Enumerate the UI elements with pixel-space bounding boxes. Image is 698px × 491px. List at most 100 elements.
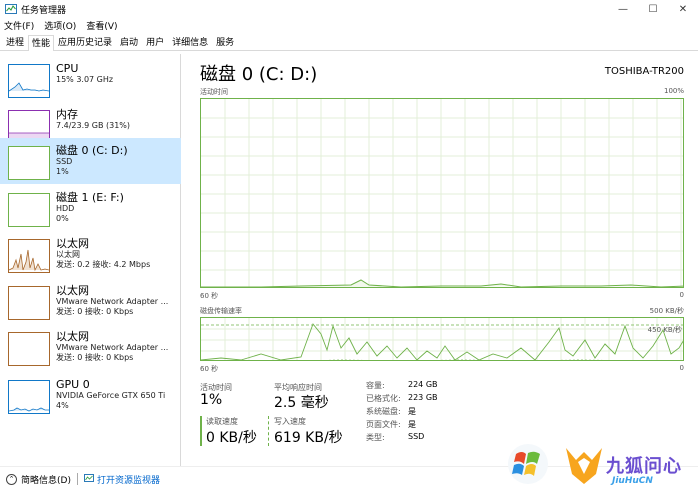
vmware2-thumbnail [8, 332, 50, 366]
page-file-label: 页面文件: [366, 420, 401, 429]
resource-monitor-icon [83, 474, 94, 482]
sidebar-item-detail: HDD [56, 204, 75, 213]
read-speed-label: 读取速度 [206, 417, 238, 426]
avg-response-value: 2.5 毫秒 [274, 395, 329, 411]
system-disk-label: 系统磁盘: [366, 407, 401, 416]
minimize-button[interactable]: — [608, 0, 638, 18]
sidebar-item-value: 发送: 0.2 接收: 4.2 Mbps [56, 260, 151, 269]
sidebar-item-value: 发送: 0 接收: 0 Kbps [56, 353, 134, 362]
transfer-rate-end-label: 0 [679, 364, 684, 372]
active-time-time-label: 60 秒 [200, 292, 219, 300]
watermark-subtext: JiuHuCN [612, 476, 653, 486]
disk-detail-panel: 磁盘 0 (C: D:) TOSHIBA-TR200 活动时间 100% 60 … [188, 54, 694, 466]
system-disk-value: 是 [408, 407, 416, 416]
sidebar-item-detail: NVIDIA GeForce GTX 650 Ti [56, 391, 166, 400]
tab-app-history[interactable]: 应用历史记录 [54, 34, 116, 50]
transfer-rate-graph [201, 318, 683, 360]
write-speed-label: 写入速度 [274, 417, 306, 426]
tab-performance[interactable]: 性能 [28, 35, 55, 51]
sidebar-item-label: 以太网 [56, 284, 89, 297]
type-value: SSD [408, 432, 425, 441]
disk-model-name: TOSHIBA-TR200 [604, 66, 684, 77]
sidebar-item-vmware-2[interactable]: 以太网 VMware Network Adapter ... 发送: 0 接收:… [0, 324, 181, 370]
sidebar-item-value: 4% [56, 401, 69, 410]
sidebar-item-label: CPU [56, 62, 79, 75]
page-file-value: 是 [408, 420, 416, 429]
write-speed-value: 619 KB/秒 [274, 430, 343, 446]
maximize-button[interactable]: ☐ [638, 0, 668, 18]
active-time-chart-label: 活动时间 [200, 88, 228, 96]
tab-details[interactable]: 详细信息 [168, 34, 212, 50]
sidebar-item-label: 以太网 [56, 330, 89, 343]
sidebar-item-value: 1% [56, 167, 69, 176]
resource-sidebar: CPU 15% 3.07 GHz 内存 7.4/23.9 GB (31%) 磁盘… [0, 54, 181, 466]
transfer-rate-time-label: 60 秒 [200, 365, 219, 373]
sidebar-item-label: 内存 [56, 108, 78, 121]
capacity-value: 224 GB [408, 380, 438, 389]
formatted-label: 已格式化: [366, 394, 401, 403]
transfer-rate-chart [200, 317, 684, 361]
sidebar-item-ethernet[interactable]: 以太网 以太网 发送: 0.2 接收: 4.2 Mbps [0, 231, 181, 277]
sidebar-item-value: 发送: 0 接收: 0 Kbps [56, 307, 134, 316]
transfer-rate-max-label: 500 KB/秒 [649, 307, 684, 315]
vmware1-thumbnail [8, 286, 50, 320]
menu-view[interactable]: 查看(V) [86, 19, 117, 32]
sidebar-item-gpu[interactable]: GPU 0 NVIDIA GeForce GTX 650 Ti 4% [0, 372, 181, 418]
sidebar-item-cpu[interactable]: CPU 15% 3.07 GHz [0, 56, 181, 102]
sidebar-item-vmware-1[interactable]: 以太网 VMware Network Adapter ... 发送: 0 接收:… [0, 278, 181, 324]
active-time-graph [201, 99, 683, 287]
task-manager-window: 任务管理器 — ☐ ✕ 文件(F) 选项(O) 查看(V) 进程 性能 应用历史… [0, 0, 698, 491]
cpu-thumbnail [8, 64, 50, 98]
window-title: 任务管理器 [21, 5, 67, 16]
transfer-rate-chart-label: 磁盘传输速率 [200, 307, 242, 315]
sidebar-item-label: 以太网 [56, 237, 89, 250]
task-manager-icon [5, 4, 17, 14]
sidebar-item-disk1[interactable]: 磁盘 1 (E: F:) HDD 0% [0, 185, 181, 231]
title-bar: 任务管理器 — ☐ ✕ [0, 0, 698, 18]
sidebar-item-label: 磁盘 1 (E: F:) [56, 191, 124, 204]
fewer-details-link[interactable]: 简略信息(D) [21, 473, 71, 486]
read-speed-value: 0 KB/秒 [206, 430, 257, 446]
sidebar-item-detail: 7.4/23.9 GB (31%) [56, 121, 131, 130]
sidebar-item-detail: VMware Network Adapter ... [56, 343, 169, 352]
active-time-chart [200, 98, 684, 288]
active-time-end-label: 0 [679, 291, 684, 299]
tab-services[interactable]: 服务 [212, 34, 238, 50]
formatted-value: 223 GB [408, 393, 438, 402]
footer-divider [76, 473, 78, 485]
open-resource-monitor-link[interactable]: 打开资源监视器 [97, 473, 160, 486]
sidebar-item-value: 0% [56, 214, 69, 223]
disk1-thumbnail [8, 193, 50, 227]
watermark-text: 九狐问心 [606, 456, 682, 477]
sidebar-item-label: GPU 0 [56, 378, 90, 391]
sidebar-item-detail: SSD [56, 157, 73, 166]
ethernet-thumbnail [8, 239, 50, 273]
tab-startup[interactable]: 启动 [116, 34, 142, 50]
menu-bar: 文件(F) 选项(O) 查看(V) [0, 18, 698, 33]
sidebar-item-detail: VMware Network Adapter ... [56, 297, 169, 306]
gpu-thumbnail [8, 380, 50, 414]
sidebar-item-detail: 以太网 [56, 250, 80, 259]
type-label: 类型: [366, 433, 385, 442]
page-title: 磁盘 0 (C: D:) [200, 64, 318, 85]
menu-file[interactable]: 文件(F) [4, 19, 34, 32]
write-speed-indicator [268, 416, 270, 446]
chevron-up-icon[interactable]: ⌃ [6, 473, 17, 485]
tab-bar: 进程 性能 应用历史记录 启动 用户 详细信息 服务 [0, 34, 698, 51]
read-speed-indicator [200, 416, 202, 446]
tab-users[interactable]: 用户 [142, 34, 168, 50]
active-time-max-label: 100% [663, 87, 684, 95]
sidebar-item-disk0[interactable]: 磁盘 0 (C: D:) SSD 1% [0, 138, 181, 184]
sidebar-item-detail: 15% 3.07 GHz [56, 75, 114, 84]
read-rate-line [324, 359, 606, 360]
transfer-rate-inner-label: 450 KB/秒 [647, 326, 682, 334]
gpu-mini-graph [8, 407, 49, 412]
sidebar-item-label: 磁盘 0 (C: D:) [56, 144, 128, 157]
cpu-mini-graph [8, 82, 50, 92]
menu-options[interactable]: 选项(O) [44, 19, 76, 32]
active-time-stat-value: 1% [200, 392, 223, 408]
tab-processes[interactable]: 进程 [2, 34, 28, 50]
capacity-label: 容量: [366, 381, 385, 390]
ethernet-mini-graph [8, 249, 50, 272]
close-button[interactable]: ✕ [668, 0, 698, 18]
